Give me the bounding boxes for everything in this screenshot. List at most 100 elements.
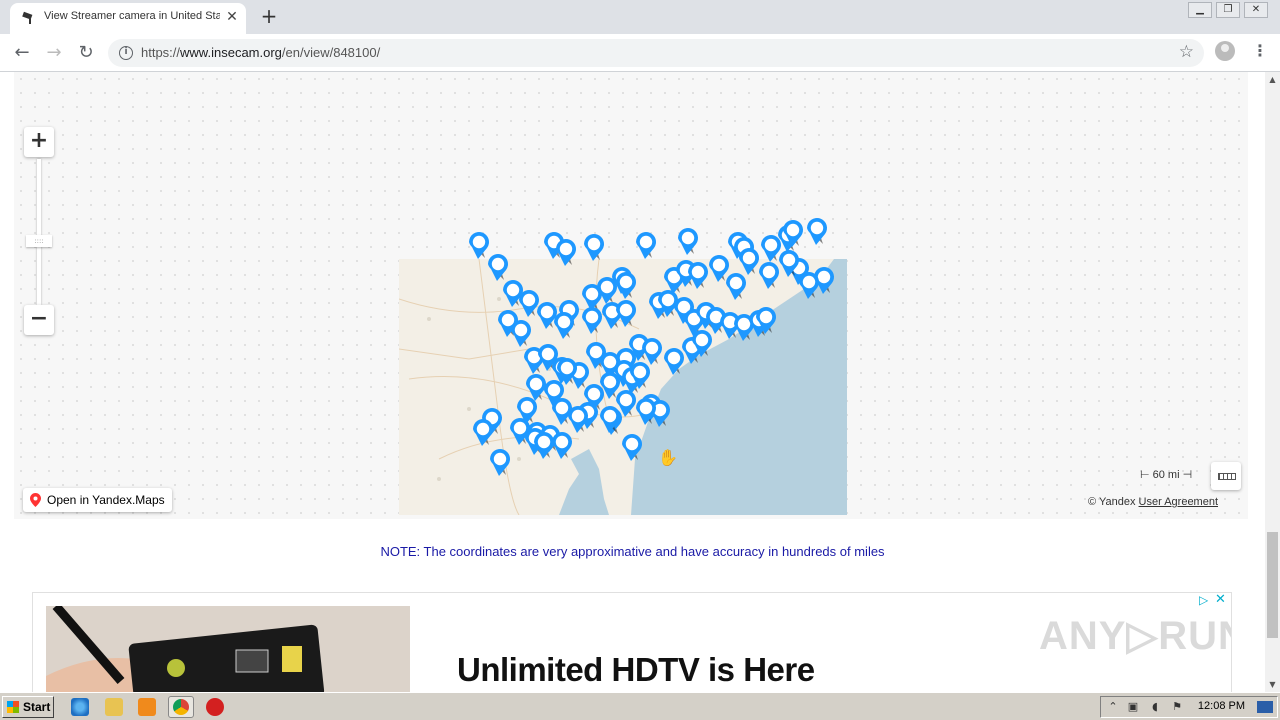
camera-marker-icon[interactable]	[556, 239, 576, 266]
restore-icon[interactable]: ❐	[1216, 2, 1240, 18]
reload-icon[interactable]: ↻	[75, 42, 97, 64]
user-agreement-link[interactable]: User Agreement	[1139, 496, 1218, 508]
url-prefix: https://	[141, 45, 181, 60]
scroll-down-icon[interactable]: ▼	[1265, 677, 1280, 692]
window-controls: ▁ ❐ ✕	[1188, 2, 1268, 18]
advertisement[interactable]: Unlimited HDTV is Here ▷ ✕ ANY▷RUN	[32, 592, 1232, 692]
camera-marker-icon[interactable]	[799, 272, 819, 299]
ruler-icon[interactable]	[1211, 462, 1241, 490]
camera-marker-icon[interactable]	[616, 300, 636, 327]
close-window-icon[interactable]: ✕	[1244, 2, 1268, 18]
camera-marker-icon[interactable]	[642, 338, 662, 365]
tray-expand-icon[interactable]: ⌃	[1107, 701, 1119, 713]
minimize-icon[interactable]: ▁	[1188, 2, 1212, 18]
windows-taskbar: Start ⌃ ▣ ◖ ⚑ 12:08 PM	[0, 692, 1280, 720]
chrome-taskbar-button[interactable]	[168, 696, 194, 718]
zoom-slider-track[interactable]	[37, 159, 41, 305]
camera-marker-icon[interactable]	[469, 232, 489, 259]
tab-close-icon[interactable]: ✕	[224, 9, 240, 25]
camera-marker-icon[interactable]	[761, 235, 781, 262]
camera-marker-icon[interactable]	[568, 406, 588, 433]
clock: 12:08 PM	[1197, 700, 1245, 712]
camera-markers	[469, 218, 834, 476]
flag-icon[interactable]: ⚑	[1171, 701, 1183, 713]
media-player-icon[interactable]	[138, 698, 156, 716]
opera-icon[interactable]	[206, 698, 224, 716]
scroll-up-icon[interactable]: ▲	[1265, 72, 1280, 87]
browser-toolbar: ← → ↻ i https://www.insecam.org/en/view/…	[0, 34, 1280, 72]
camera-marker-icon[interactable]	[552, 432, 572, 459]
camera-marker-icon[interactable]	[726, 273, 746, 300]
camera-marker-icon[interactable]	[584, 234, 604, 261]
camera-marker-icon[interactable]	[490, 449, 510, 476]
camera-marker-icon[interactable]	[616, 272, 636, 299]
camera-marker-icon[interactable]	[582, 307, 602, 334]
volume-icon[interactable]: ◖	[1149, 701, 1161, 713]
show-desktop-icon[interactable]	[1257, 701, 1273, 713]
adchoices-icon[interactable]: ▷	[1199, 593, 1213, 607]
map-copyright: © Yandex User Agreement	[1088, 496, 1218, 508]
anyrun-watermark: ANY▷RUN	[1039, 614, 1232, 658]
zoom-control: + :::: −	[24, 127, 54, 337]
ad-close-icon[interactable]: ✕	[1215, 593, 1229, 607]
info-icon[interactable]: i	[119, 46, 133, 60]
back-icon[interactable]: ←	[11, 42, 33, 64]
camera-marker-icon[interactable]	[526, 374, 546, 401]
chrome-icon	[173, 699, 189, 715]
camera-marker-icon[interactable]	[552, 398, 572, 425]
network-icon[interactable]: ▣	[1127, 701, 1139, 713]
bookmark-star-icon[interactable]: ☆	[1179, 42, 1194, 62]
camera-marker-icon[interactable]	[473, 419, 493, 446]
map-scale: ⊢ 60 mi ⊣	[1140, 469, 1193, 481]
scroll-thumb[interactable]	[1267, 532, 1278, 638]
camera-marker-icon[interactable]	[664, 348, 684, 375]
zoom-in-button[interactable]: +	[24, 127, 54, 157]
camera-marker-icon[interactable]	[636, 232, 656, 259]
tab-title: View Streamer camera in United Stat	[44, 10, 220, 22]
camera-marker-icon[interactable]	[537, 302, 557, 329]
camera-marker-icon[interactable]	[503, 280, 523, 307]
camera-marker-icon[interactable]	[600, 406, 620, 433]
camera-marker-icon[interactable]	[511, 320, 531, 347]
folder-icon[interactable]	[105, 698, 123, 716]
ad-headline[interactable]: Unlimited HDTV is Here	[457, 651, 815, 689]
camera-marker-icon[interactable]	[709, 255, 729, 282]
camera-marker-icon[interactable]	[678, 228, 698, 255]
url-host: www.insecam.org	[180, 45, 282, 60]
new-tab-icon[interactable]: +	[259, 6, 279, 26]
zoom-out-button[interactable]: −	[24, 305, 54, 335]
open-in-yandex-maps-button[interactable]: Open in Yandex.Maps	[23, 488, 172, 512]
camera-marker-icon[interactable]	[488, 254, 508, 281]
coordinates-note: NOTE: The coordinates are very approxima…	[380, 544, 885, 559]
zoom-slider-handle[interactable]: ::::	[26, 235, 52, 247]
camera-marker-icon[interactable]	[622, 434, 642, 461]
url-text[interactable]: https://www.insecam.org/en/view/848100/	[141, 45, 380, 60]
internet-explorer-icon[interactable]	[71, 698, 89, 716]
page-content: + :::: − Open in Yandex.Maps ⊢ 60 mi ⊣ ©…	[0, 72, 1265, 692]
tv-box-image	[46, 606, 410, 692]
camera-marker-icon[interactable]	[759, 262, 779, 289]
ad-image[interactable]	[46, 606, 410, 692]
map-pin-icon	[30, 493, 41, 507]
open-yandex-label: Open in Yandex.Maps	[47, 493, 165, 507]
hand-cursor-icon: ✋	[658, 448, 678, 467]
browser-tab[interactable]: View Streamer camera in United Stat ✕	[10, 3, 246, 34]
page-scrollbar[interactable]: ▲ ▼	[1265, 72, 1280, 692]
camera-marker-icon[interactable]	[636, 398, 656, 425]
system-tray: ⌃ ▣ ◖ ⚑ 12:08 PM	[1100, 696, 1278, 718]
camera-marker-icon[interactable]	[554, 312, 574, 339]
chrome-menu-icon[interactable]: ⋮	[1252, 41, 1268, 61]
yandex-map[interactable]: + :::: − Open in Yandex.Maps ⊢ 60 mi ⊣ ©…	[14, 72, 1248, 519]
tab-bar: View Streamer camera in United Stat ✕ + …	[0, 0, 1280, 34]
profile-avatar-icon[interactable]	[1215, 41, 1235, 61]
camera-favicon-icon	[22, 11, 33, 24]
camera-marker-icon[interactable]	[739, 248, 759, 275]
start-button[interactable]: Start	[2, 696, 54, 718]
camera-marker-icon[interactable]	[807, 218, 827, 245]
yandex-copyright: © Yandex	[1088, 496, 1136, 508]
camera-marker-icon[interactable]	[519, 290, 539, 317]
camera-marker-icon[interactable]	[534, 432, 554, 459]
forward-icon[interactable]: →	[43, 42, 65, 64]
address-bar[interactable]: i https://www.insecam.org/en/view/848100…	[108, 39, 1204, 67]
url-path: /en/view/848100/	[281, 45, 381, 60]
